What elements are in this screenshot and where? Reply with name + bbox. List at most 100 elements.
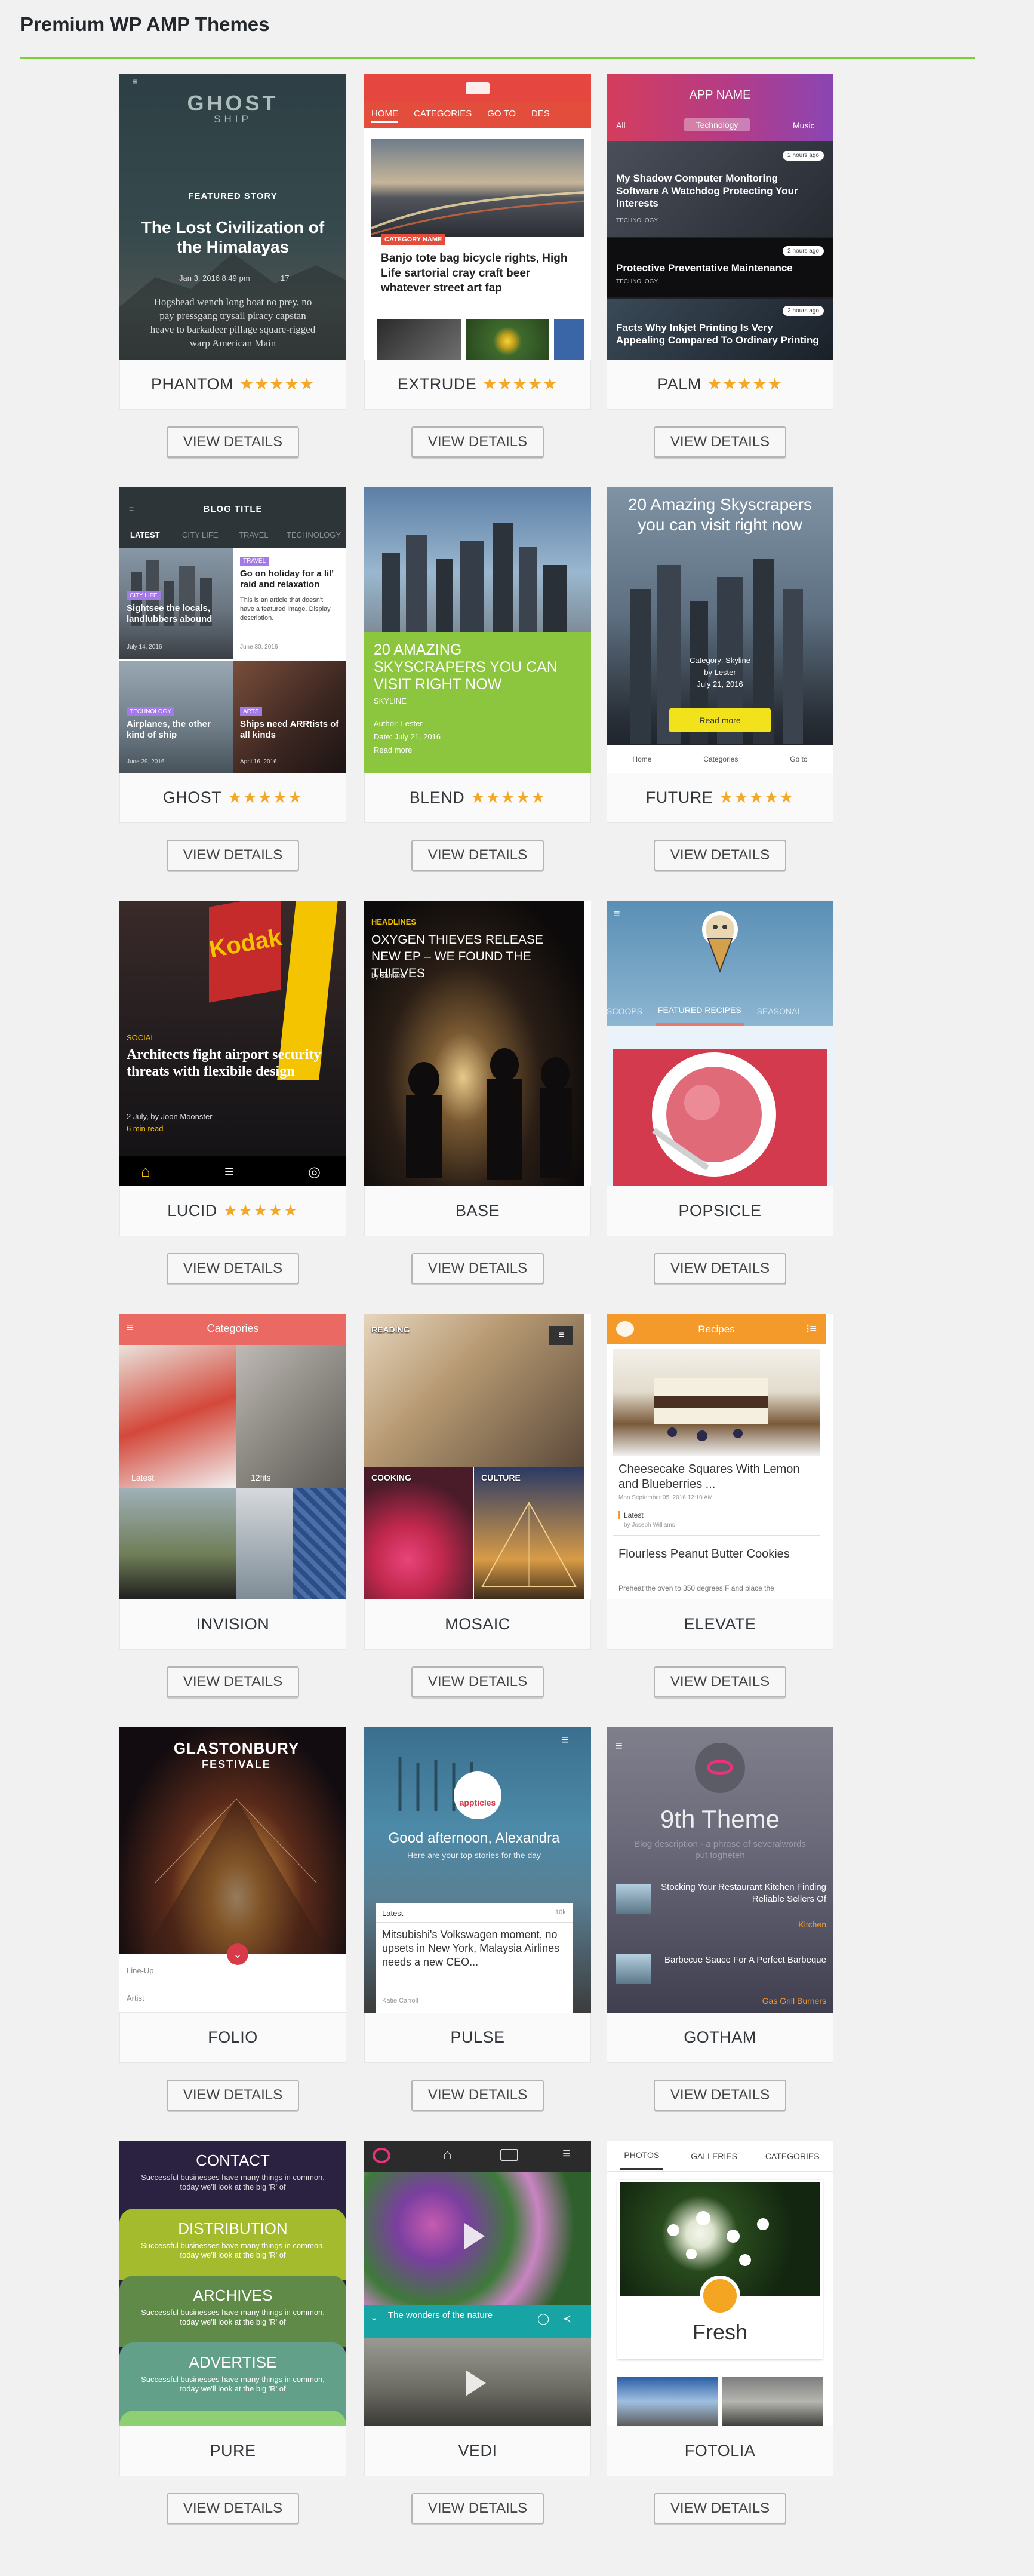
theme-preview[interactable]: ≡ SCOOPS FEATURED RECIPES SEASONAL bbox=[607, 901, 833, 1186]
rating-stars: ★★★★★ bbox=[223, 1202, 298, 1220]
preview-byline: by samara bbox=[371, 971, 405, 980]
theme-name: PHANTOM bbox=[150, 375, 233, 393]
theme-preview[interactable]: GLASTONBURY FESTIVALE ⌄ Line-Up Artist bbox=[119, 1727, 346, 2013]
view-details-button[interactable]: VIEW DETAILS bbox=[654, 1253, 786, 1284]
view-details-button[interactable]: VIEW DETAILS bbox=[411, 2493, 544, 2524]
theme-preview[interactable]: PHOTOS GALLERIES CATEGORIES Fresh bbox=[607, 2141, 833, 2426]
preview-category: SKYLINE bbox=[374, 696, 407, 705]
menu-icon: ⁝≡ bbox=[806, 1322, 817, 1335]
view-details-button[interactable]: VIEW DETAILS bbox=[411, 1666, 544, 1697]
theme-preview[interactable]: CONTACT Successful businesses have many … bbox=[119, 2141, 346, 2426]
tile-label-1: Latest bbox=[131, 1473, 155, 1482]
theme-card-vedi: ⌂ ≡ ⌄ The wonders of the nature ◯ ≺ VEDI… bbox=[364, 2141, 591, 2524]
preview-image bbox=[613, 1049, 827, 1186]
view-details-button[interactable]: VIEW DETAILS bbox=[411, 426, 544, 458]
theme-preview[interactable]: Kodak SOCIAL Architects fight airport se… bbox=[119, 901, 346, 1186]
item-title-2: Barbecue Sauce For A Perfect Barbeque bbox=[664, 1955, 826, 1965]
section-blurb-contact: Successful businesses have many things i… bbox=[141, 2173, 325, 2191]
theme-preview[interactable]: ⌂ ≡ ⌄ The wonders of the nature ◯ ≺ bbox=[364, 2141, 591, 2426]
story-author: Katie Carroll bbox=[382, 1997, 418, 2004]
view-details-button[interactable]: VIEW DETAILS bbox=[167, 2493, 299, 2524]
view-details-button[interactable]: VIEW DETAILS bbox=[167, 2080, 299, 2111]
theme-preview[interactable]: HOME CATEGORIES GO TO DES CATEGORY NAME … bbox=[364, 74, 591, 360]
section-title-contact: CONTACT bbox=[196, 2151, 270, 2169]
theme-preview[interactable]: HEADLINES OXYGEN THIEVES RELEASE NEW EP … bbox=[364, 901, 591, 1186]
theme-preview[interactable]: ≡ 9th Theme Blog description - a phrase … bbox=[607, 1727, 833, 2013]
theme-preview[interactable]: 20 Amazing Skyscrapers you can visit rig… bbox=[607, 487, 833, 773]
theme-card-phantom: ≡ GHOST SHIP FEATURED STORY The Lost Civ… bbox=[119, 74, 346, 458]
view-details-button[interactable]: VIEW DETAILS bbox=[411, 2080, 544, 2111]
home-icon: ⌂ bbox=[141, 1162, 150, 1180]
theme-name-bar: PHANTOM ★★★★★ bbox=[119, 360, 346, 410]
theme-preview[interactable]: APP NAME All Technology Music 2 hours ag… bbox=[607, 74, 833, 360]
theme-name-bar: MOSAIC bbox=[364, 1599, 591, 1650]
theme-name-bar: INVISION bbox=[119, 1599, 346, 1650]
tab-home: HOME bbox=[371, 109, 398, 123]
preview-image bbox=[613, 1349, 820, 1456]
view-details-button[interactable]: VIEW DETAILS bbox=[167, 426, 299, 458]
rating-stars: ★★★★★ bbox=[227, 788, 303, 806]
theme-preview[interactable]: ≡ GHOST SHIP FEATURED STORY The Lost Civ… bbox=[119, 74, 346, 360]
preview-headline: 20 AMAZING SKYSCRAPERS YOU CAN VISIT RIG… bbox=[374, 641, 558, 693]
theme-name: INVISION bbox=[196, 1615, 270, 1633]
theme-preview[interactable]: READING ≡ COOKING CULTURE bbox=[364, 1314, 591, 1599]
item-title-1: Stocking Your Restaurant Kitchen Finding… bbox=[661, 1882, 826, 1904]
theme-name-bar: GHOST ★★★★★ bbox=[119, 773, 346, 823]
tab-technology: Technology bbox=[684, 118, 750, 131]
theme-name: BASE bbox=[455, 1202, 500, 1220]
preview-tabs: SCOOPS FEATURED RECIPES SEASONAL bbox=[607, 996, 833, 1026]
preview-item-2: 2 hours ago Protective Preventative Main… bbox=[607, 238, 833, 297]
section-blurb-advertise: Successful businesses have many things i… bbox=[141, 2375, 325, 2393]
theme-card-mosaic: READING ≡ COOKING CULTURE MOSAIC VIEW DE… bbox=[364, 1314, 591, 1697]
logo-icon bbox=[454, 1771, 501, 1819]
theme-name: POPSICLE bbox=[678, 1202, 762, 1220]
theme-name-bar: GOTHAM bbox=[607, 2013, 833, 2063]
theme-name: LUCID bbox=[167, 1202, 217, 1220]
theme-name: EXTRUDE bbox=[397, 375, 477, 393]
view-details-button[interactable]: VIEW DETAILS bbox=[167, 1253, 299, 1284]
tile-culture bbox=[474, 1467, 584, 1599]
theme-card-base: HEADLINES OXYGEN THIEVES RELEASE NEW EP … bbox=[364, 901, 591, 1284]
view-details-button[interactable]: VIEW DETAILS bbox=[654, 1666, 786, 1697]
logo-icon bbox=[466, 82, 490, 94]
view-details-button[interactable]: VIEW DETAILS bbox=[167, 840, 299, 871]
preview-label: HEADLINES bbox=[371, 917, 417, 926]
skyline-image bbox=[382, 523, 567, 637]
theme-preview[interactable]: ≡ BLOG TITLE LATEST CITY LIFE TRAVEL TEC… bbox=[119, 487, 346, 773]
theme-preview[interactable]: ≡ appticles Good afternoon, Alexandra He… bbox=[364, 1727, 591, 2013]
view-details-button[interactable]: VIEW DETAILS bbox=[654, 840, 786, 871]
preview-header-title: Categories bbox=[207, 1322, 259, 1334]
tile-2 bbox=[236, 1345, 346, 1488]
tab-all: All bbox=[616, 121, 626, 130]
view-details-button[interactable]: VIEW DETAILS bbox=[411, 840, 544, 871]
view-details-button[interactable]: VIEW DETAILS bbox=[654, 2493, 786, 2524]
preview-category: SOCIAL bbox=[127, 1033, 155, 1042]
tile-5 bbox=[293, 1488, 346, 1599]
theme-preview[interactable]: ≡ Categories Latest 12fits bbox=[119, 1314, 346, 1599]
theme-card-folio: GLASTONBURY FESTIVALE ⌄ Line-Up Artist F… bbox=[119, 1727, 346, 2111]
read-more-button: Read more bbox=[669, 708, 771, 732]
play-icon bbox=[464, 2223, 485, 2249]
preview-item-3: 2 hours ago Facts Why Inkjet Printing Is… bbox=[607, 299, 833, 360]
theme-name-bar: ELEVATE bbox=[607, 1599, 833, 1650]
thumb-image-1 bbox=[377, 319, 461, 360]
theme-card-palm: APP NAME All Technology Music 2 hours ag… bbox=[607, 74, 833, 458]
theme-name-bar: PALM ★★★★★ bbox=[607, 360, 833, 410]
preview-item-1: 2 hours ago My Shadow Computer Monitorin… bbox=[607, 141, 833, 237]
theme-preview[interactable]: 20 AMAZING SKYSCRAPERS YOU CAN VISIT RIG… bbox=[364, 487, 591, 773]
menu-icon: ≡ bbox=[561, 1732, 569, 1747]
view-details-button[interactable]: VIEW DETAILS bbox=[654, 426, 786, 458]
theme-name: GOTHAM bbox=[684, 2028, 756, 2046]
video-caption: The wonders of the nature bbox=[388, 2310, 493, 2320]
poster-subtitle: FESTIVALE bbox=[202, 1758, 271, 1770]
view-details-button[interactable]: VIEW DETAILS bbox=[654, 2080, 786, 2111]
theme-preview[interactable]: Recipes ⁝≡ Cheesecake Squares With Lemon… bbox=[607, 1314, 833, 1599]
section-blurb-distribution: Successful businesses have many things i… bbox=[141, 2241, 325, 2259]
theme-name: BLEND bbox=[409, 788, 465, 806]
section-title-advertise: ADVERTISE bbox=[189, 2353, 277, 2371]
theme-name-bar: PULSE bbox=[364, 2013, 591, 2063]
view-details-button[interactable]: VIEW DETAILS bbox=[411, 1253, 544, 1284]
view-details-button[interactable]: VIEW DETAILS bbox=[167, 1666, 299, 1697]
rating-stars: ★★★★★ bbox=[482, 375, 558, 393]
latest-tag: Latest bbox=[618, 1511, 644, 1519]
